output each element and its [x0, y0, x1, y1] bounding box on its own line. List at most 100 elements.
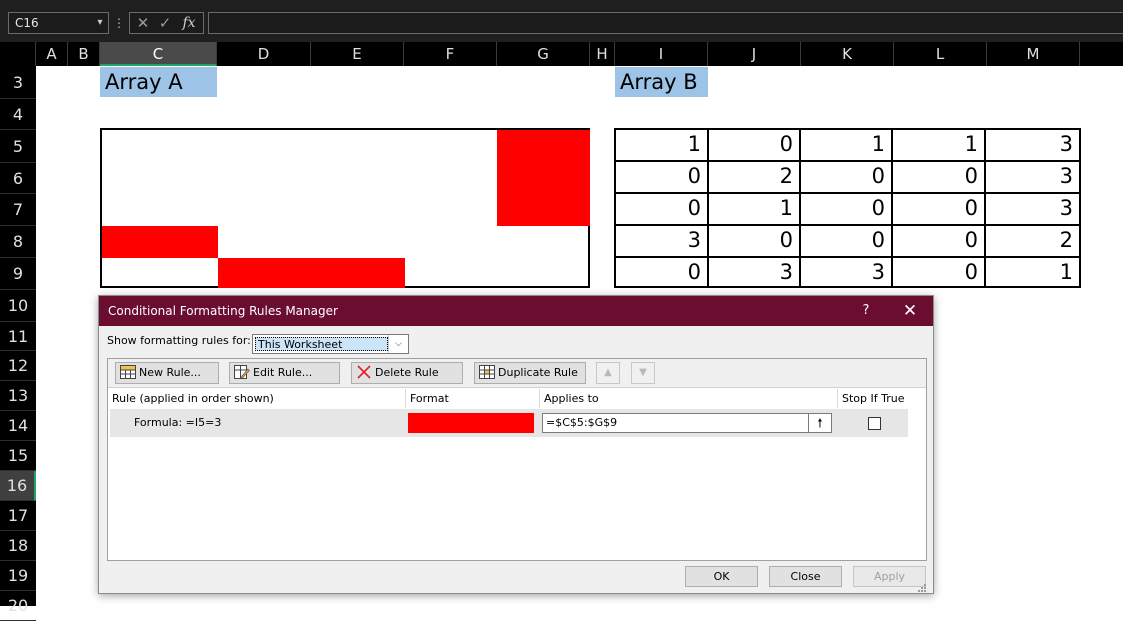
select-all-corner[interactable]	[0, 42, 36, 66]
cancel-icon[interactable]: ✕	[132, 13, 154, 33]
edit-rule-button[interactable]: Edit Rule...	[229, 362, 340, 384]
duplicate-rule-button[interactable]: Duplicate Rule	[474, 362, 586, 384]
column-header-c[interactable]: C	[100, 42, 217, 66]
array-b-cell[interactable]: 0	[893, 194, 986, 226]
column-header-l[interactable]: L	[894, 42, 987, 66]
close-icon[interactable]: ✕	[894, 296, 926, 326]
row-header-18[interactable]: 18	[0, 531, 36, 561]
row-header-14[interactable]: 14	[0, 411, 36, 441]
array-b-cell[interactable]: 3	[709, 258, 801, 286]
array-b-cell[interactable]: 0	[616, 194, 709, 226]
resize-grip-icon[interactable]	[915, 580, 927, 592]
array-b-cell[interactable]: 1	[709, 194, 801, 226]
show-rules-select[interactable]: This Worksheet ⌵	[252, 334, 409, 354]
array-b-cell[interactable]: 0	[801, 162, 893, 194]
array-b-cell[interactable]: 3	[986, 162, 1079, 194]
column-header-f[interactable]: F	[404, 42, 497, 66]
close-button[interactable]: Close	[769, 566, 842, 587]
array-b-cell[interactable]: 0	[616, 258, 709, 286]
column-header-e[interactable]: E	[311, 42, 404, 66]
array-b-cell[interactable]: 0	[709, 226, 801, 258]
row-header-column: 3 4 5 6 7 8 9 10 11 12 13 14 15 16 17 18 19 20	[0, 66, 36, 621]
more-options-icon[interactable]: ⋮	[113, 12, 125, 34]
array-b-cell[interactable]: 0	[616, 162, 709, 194]
row-header-15[interactable]: 15	[0, 441, 36, 471]
array-b-cell[interactable]: 0	[709, 130, 801, 162]
row-header-12[interactable]: 12	[0, 351, 36, 381]
array-b-range[interactable]: 1011302003010033000203301	[614, 128, 1081, 288]
highlighted-cell-c8[interactable]	[102, 226, 218, 258]
header-rule: Rule (applied in order shown)	[108, 389, 406, 408]
column-header-k[interactable]: K	[801, 42, 894, 66]
row-header-9[interactable]: 9	[0, 258, 36, 290]
formula-bar: C16 ▾ ⋮ ✕ ✓ fx	[0, 0, 1123, 42]
row-header-10[interactable]: 10	[0, 290, 36, 322]
row-header-4[interactable]: 4	[0, 99, 36, 130]
column-header-a[interactable]: A	[36, 42, 68, 66]
array-b-cell[interactable]: 3	[616, 226, 709, 258]
chevron-up-icon: ▲	[604, 367, 612, 378]
row-header-16[interactable]: 16	[0, 471, 36, 501]
array-b-cell[interactable]: 0	[801, 194, 893, 226]
move-down-button[interactable]: ▼	[631, 362, 655, 384]
row-header-20[interactable]: 20	[0, 591, 36, 621]
row-header-7[interactable]: 7	[0, 194, 36, 226]
array-a-label[interactable]: Array A	[100, 67, 217, 97]
column-header-h[interactable]: H	[590, 42, 615, 66]
row-header-13[interactable]: 13	[0, 381, 36, 411]
rule-formula[interactable]: Formula: =I5=3	[134, 409, 221, 437]
array-b-cell[interactable]: 0	[801, 226, 893, 258]
array-b-cell[interactable]: 1	[616, 130, 709, 162]
row-header-3[interactable]: 3	[0, 66, 36, 99]
array-b-cell[interactable]: 0	[893, 258, 986, 286]
row-header-6[interactable]: 6	[0, 163, 36, 194]
ok-button[interactable]: OK	[685, 566, 758, 587]
array-b-cell[interactable]: 1	[986, 258, 1079, 286]
array-b-cell[interactable]: 1	[801, 130, 893, 162]
help-icon[interactable]: ?	[851, 296, 881, 326]
applies-to-input[interactable]: =$C$5:$G$9	[542, 413, 832, 433]
array-b-cell[interactable]: 3	[801, 258, 893, 286]
column-header-g[interactable]: G	[497, 42, 590, 66]
row-header-11[interactable]: 11	[0, 322, 36, 351]
new-rule-label: New Rule...	[139, 366, 201, 379]
highlighted-cell-g5-g7[interactable]	[497, 130, 590, 226]
column-header-d[interactable]: D	[217, 42, 311, 66]
array-b-cell[interactable]: 2	[986, 226, 1079, 258]
array-a-range[interactable]	[100, 128, 590, 288]
array-b-cell[interactable]: 0	[893, 226, 986, 258]
array-b-label[interactable]: Array B	[615, 67, 708, 97]
chevron-down-icon[interactable]: ⌵	[388, 335, 408, 353]
row-header-19[interactable]: 19	[0, 561, 36, 591]
insert-function-icon[interactable]: fx	[178, 13, 200, 33]
formula-input[interactable]	[208, 12, 1123, 34]
row-header-17[interactable]: 17	[0, 501, 36, 531]
array-b-cell[interactable]: 0	[893, 162, 986, 194]
array-b-cell[interactable]: 1	[893, 130, 986, 162]
column-header-j[interactable]: J	[708, 42, 801, 66]
array-b-cell[interactable]: 3	[986, 194, 1079, 226]
move-up-button[interactable]: ▲	[596, 362, 620, 384]
array-b-cell[interactable]: 3	[986, 130, 1079, 162]
rules-panel: New Rule... Edit Rule... Delete Rule Dup…	[107, 358, 927, 561]
rule-row[interactable]: Formula: =I5=3 =$C$5:$G$9 🠕	[110, 409, 908, 437]
enter-check-icon[interactable]: ✓	[154, 13, 176, 33]
chevron-down-icon[interactable]: ▾	[91, 12, 109, 34]
formula-buttons: ✕ ✓ fx	[129, 12, 204, 34]
rules-toolbar: New Rule... Edit Rule... Delete Rule Dup…	[108, 359, 926, 388]
row-header-5[interactable]: 5	[0, 130, 36, 163]
column-header-m[interactable]: M	[987, 42, 1080, 66]
stop-if-true-checkbox[interactable]	[868, 417, 881, 430]
collapse-range-icon[interactable]: 🠕	[808, 413, 832, 433]
edit-pencil-icon	[234, 365, 250, 379]
column-header-b[interactable]: B	[68, 42, 100, 66]
rule-format-preview[interactable]	[408, 413, 534, 433]
row-header-8[interactable]: 8	[0, 226, 36, 258]
edit-rule-label: Edit Rule...	[253, 366, 313, 379]
array-b-cell[interactable]: 2	[709, 162, 801, 194]
column-header-i[interactable]: I	[615, 42, 708, 66]
header-applies-to: Applies to	[540, 389, 838, 408]
delete-rule-button[interactable]: Delete Rule	[351, 362, 463, 384]
new-rule-button[interactable]: New Rule...	[115, 362, 219, 384]
highlighted-cell-d9-e9[interactable]	[218, 258, 405, 288]
